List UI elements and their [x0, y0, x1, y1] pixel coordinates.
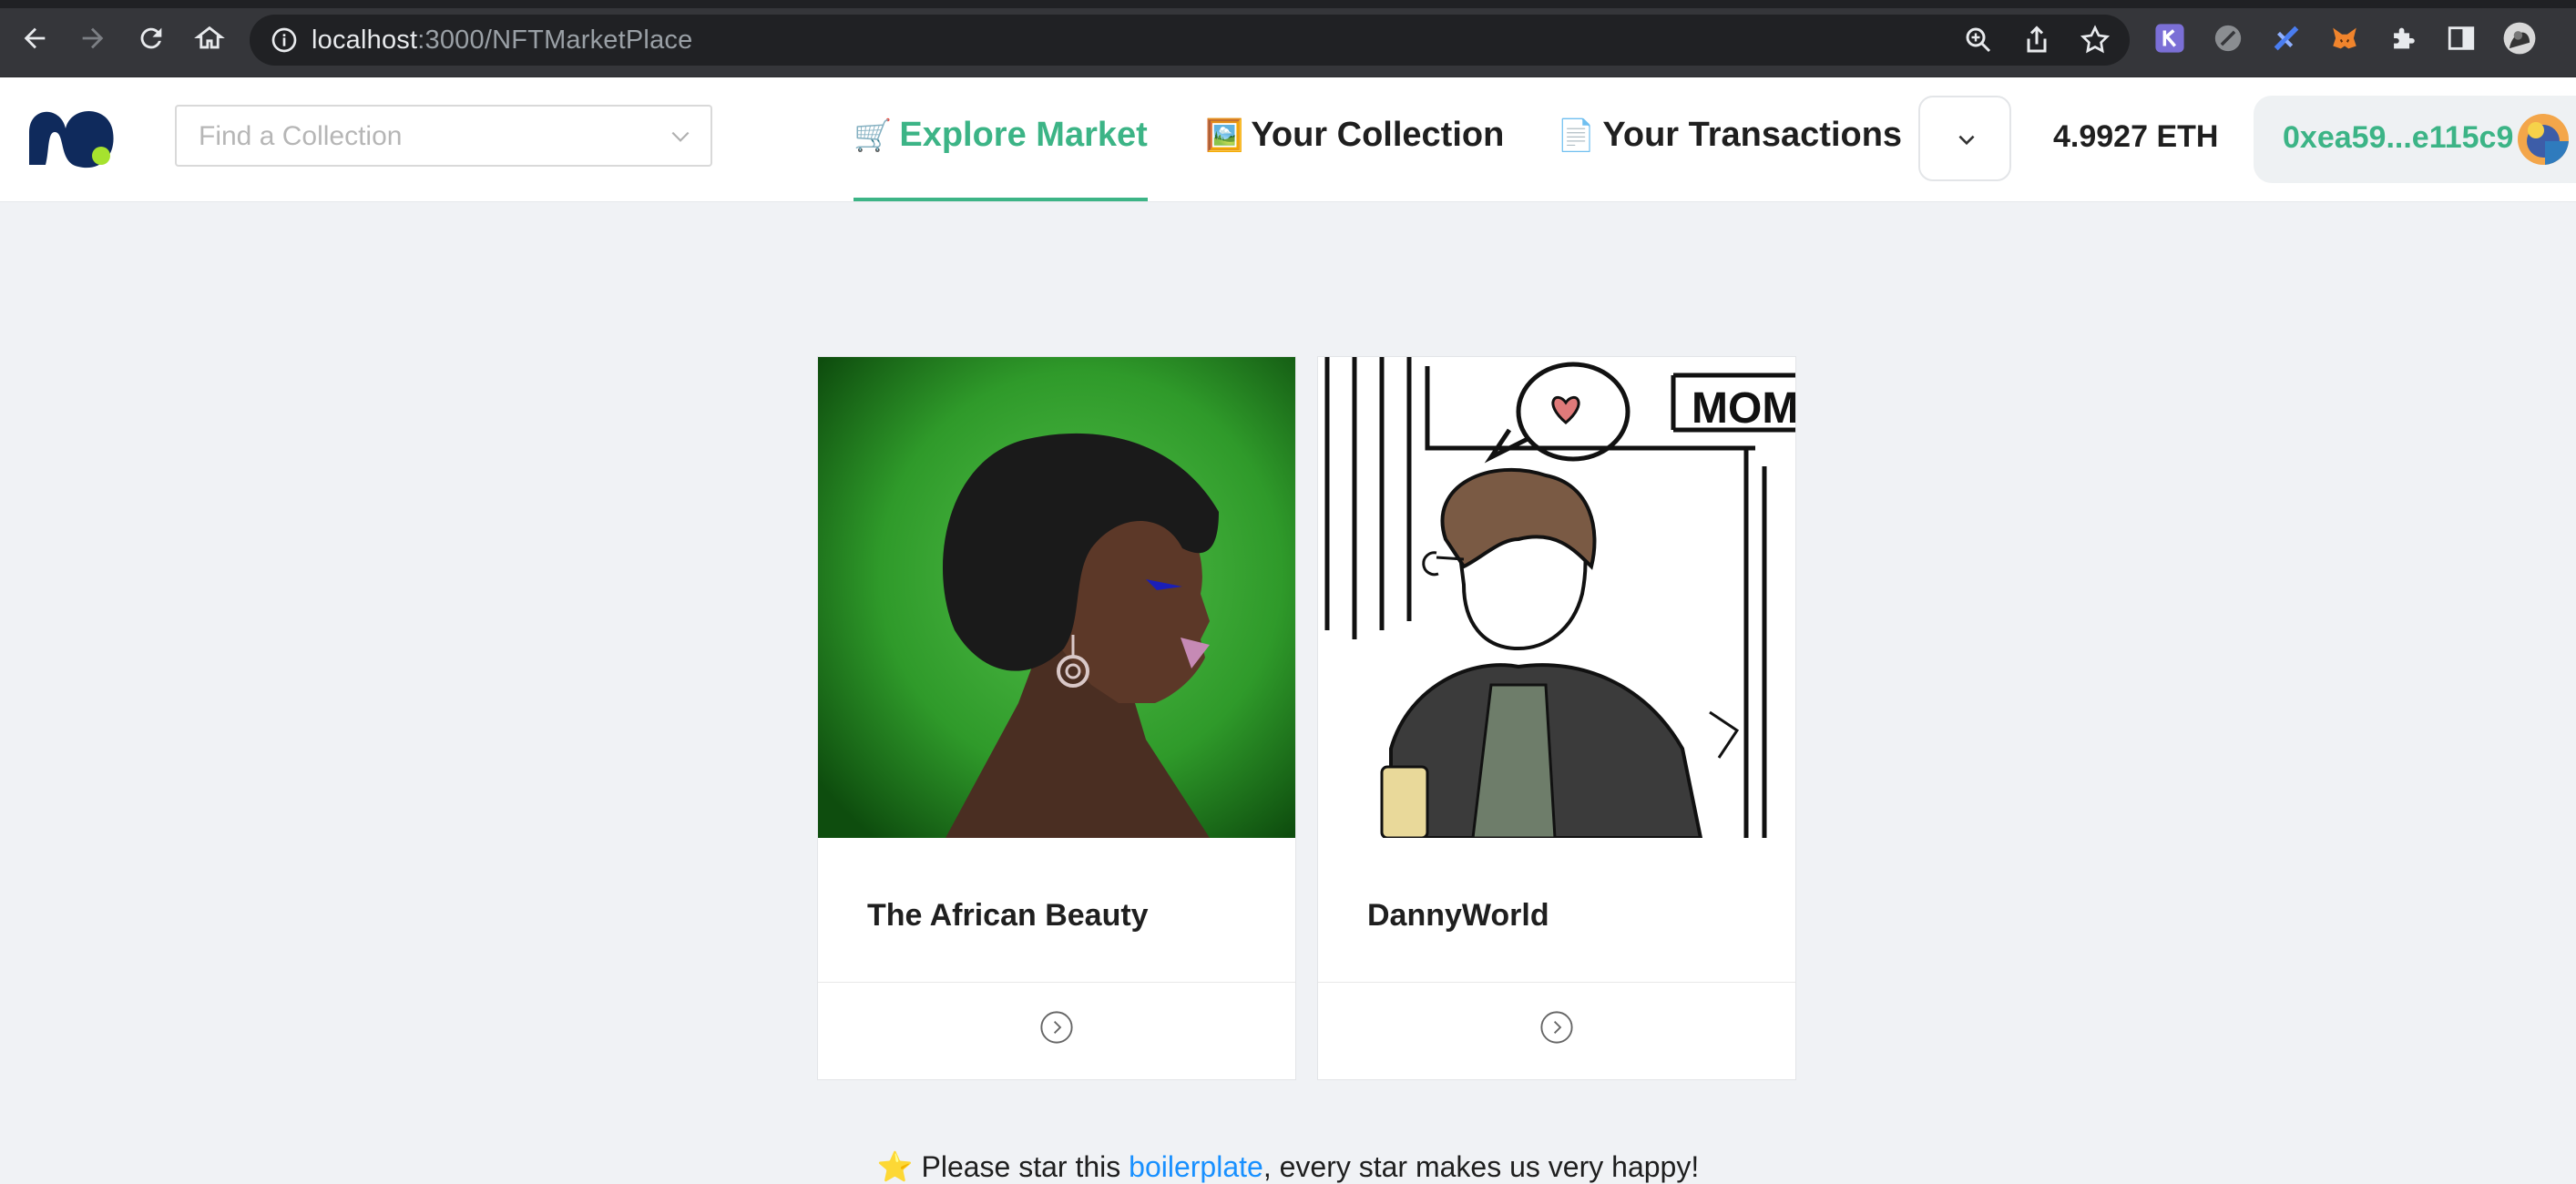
forward-button[interactable] — [75, 20, 111, 56]
card-actions — [818, 982, 1295, 1080]
extension-blocked-icon[interactable] — [2210, 20, 2246, 56]
cart-icon: 🛒 — [854, 118, 893, 153]
eth-balance: 4.9927 ETH — [2053, 119, 2219, 154]
tab-your-collection-label: Your Collection — [1251, 116, 1505, 154]
active-tab-indicator — [854, 198, 1148, 201]
collection-card[interactable]: MOMO DannyWorld — [1317, 356, 1796, 1080]
reload-icon — [140, 27, 162, 49]
collection-title: DannyWorld — [1367, 898, 1549, 933]
zoom-icon[interactable] — [1962, 24, 1995, 56]
boilerplate-link[interactable]: boilerplate — [1129, 1150, 1263, 1183]
tab-your-transactions[interactable]: 📄 Your Transactions — [1557, 116, 1902, 201]
tab-explore-market[interactable]: 🛒 Explore Market — [854, 116, 1148, 201]
collection-image[interactable] — [818, 357, 1295, 838]
account-address: 0xea59...e115c9 — [2283, 120, 2514, 155]
picture-frame-icon: 🖼️ — [1205, 118, 1244, 153]
chevron-down-icon — [671, 131, 690, 142]
metamask-fox-icon[interactable] — [2326, 20, 2363, 56]
note-suffix: , every star makes us very happy! — [1262, 1150, 1700, 1183]
share-icon[interactable] — [2020, 24, 2053, 56]
arrow-right-circle-icon[interactable] — [1539, 1010, 1574, 1045]
comic-image: MOMO — [1318, 357, 1795, 838]
bookmark-star-icon[interactable] — [2079, 24, 2111, 56]
back-button[interactable] — [16, 20, 53, 56]
home-button[interactable] — [191, 20, 228, 56]
collection-image[interactable]: MOMO — [1318, 357, 1795, 838]
card-actions — [1318, 982, 1795, 1080]
extension-satellite-icon[interactable] — [2268, 20, 2305, 56]
account-button[interactable]: 0xea59...e115c9 — [2254, 96, 2576, 183]
extensions-puzzle-icon[interactable] — [2385, 20, 2421, 56]
profile-avatar-icon[interactable] — [2501, 20, 2538, 56]
tab-strip — [0, 0, 2576, 8]
side-panel-icon[interactable] — [2443, 20, 2479, 56]
extension-k-icon[interactable] — [2152, 20, 2188, 56]
svg-text:MOMO: MOMO — [1692, 384, 1795, 433]
tab-your-collection[interactable]: 🖼️ Your Collection — [1205, 116, 1504, 201]
arrow-right-icon — [82, 27, 104, 49]
collection-card[interactable]: The African Beauty — [817, 356, 1296, 1080]
tab-explore-market-label: Explore Market — [899, 116, 1148, 154]
note-prefix: Please star this — [921, 1150, 1121, 1183]
app-header: 🛒Explore Market 🖼️Your Collection 📄Your … — [0, 77, 2576, 202]
address-bar[interactable]: localhost:3000/NFTMarketPlace — [250, 15, 2130, 66]
browser-toolbar: localhost:3000/NFTMarketPlace — [0, 0, 2576, 77]
account-avatar — [2518, 114, 2569, 165]
arrow-left-icon — [24, 27, 46, 49]
document-icon: 📄 — [1557, 118, 1596, 153]
url-host: localhost — [312, 26, 418, 55]
arrow-right-circle-icon[interactable] — [1039, 1010, 1074, 1045]
moralis-logo[interactable] — [22, 96, 128, 183]
url-text: localhost:3000/NFTMarketPlace — [312, 26, 692, 56]
star-request-note: ⭐ Please star this boilerplate, every st… — [0, 1149, 2576, 1184]
network-dropdown[interactable] — [1918, 96, 2011, 181]
home-icon — [194, 26, 225, 49]
star-emoji-icon: ⭐ — [876, 1150, 914, 1183]
collection-title: The African Beauty — [867, 898, 1149, 933]
collection-search-input[interactable] — [177, 107, 674, 167]
info-icon[interactable] — [270, 26, 299, 55]
tab-your-transactions-label: Your Transactions — [1602, 116, 1903, 154]
reload-button[interactable] — [133, 20, 169, 56]
collection-search[interactable] — [175, 105, 712, 167]
portrait-image — [818, 357, 1295, 838]
chevron-down-icon — [1958, 135, 1975, 146]
url-path: :3000/NFTMarketPlace — [417, 26, 693, 55]
